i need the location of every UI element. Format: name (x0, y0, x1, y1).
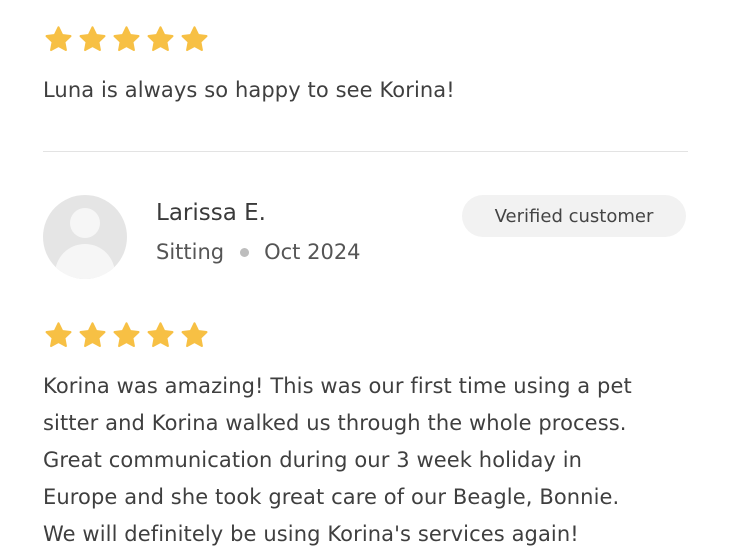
star-icon (179, 320, 210, 351)
review-text-line: Great communication during our 3 week ho… (43, 448, 583, 472)
separator-dot-icon (240, 247, 250, 257)
review-text-line: sitter and Korina walked us through the … (43, 411, 627, 435)
star-icon (145, 24, 176, 55)
star-icon (111, 320, 142, 351)
star-rating (43, 24, 210, 55)
verified-customer-badge: Verified customer (462, 195, 686, 237)
review-text-line: Europe and she took great care of our Be… (43, 485, 620, 509)
review-date: Oct 2024 (264, 240, 361, 264)
star-rating (43, 320, 210, 351)
star-icon (145, 320, 176, 351)
review-text-line: Korina was amazing! This was our first t… (43, 374, 632, 398)
star-icon (43, 320, 74, 351)
star-icon (77, 24, 108, 55)
review-divider (43, 151, 688, 152)
review-text: Luna is always so happy to see Korina! (43, 78, 455, 102)
star-icon (179, 24, 210, 55)
star-icon (43, 24, 74, 55)
review-text: Korina was amazing! This was our first t… (43, 368, 703, 553)
reviewer-name: Larissa E. (156, 200, 266, 226)
star-icon (111, 24, 142, 55)
star-icon (77, 320, 108, 351)
service-type: Sitting (156, 240, 225, 264)
review-meta: Sitting Oct 2024 (156, 240, 361, 264)
user-avatar-icon (43, 195, 127, 279)
review-text-line: We will definitely be using Korina's ser… (43, 522, 579, 546)
